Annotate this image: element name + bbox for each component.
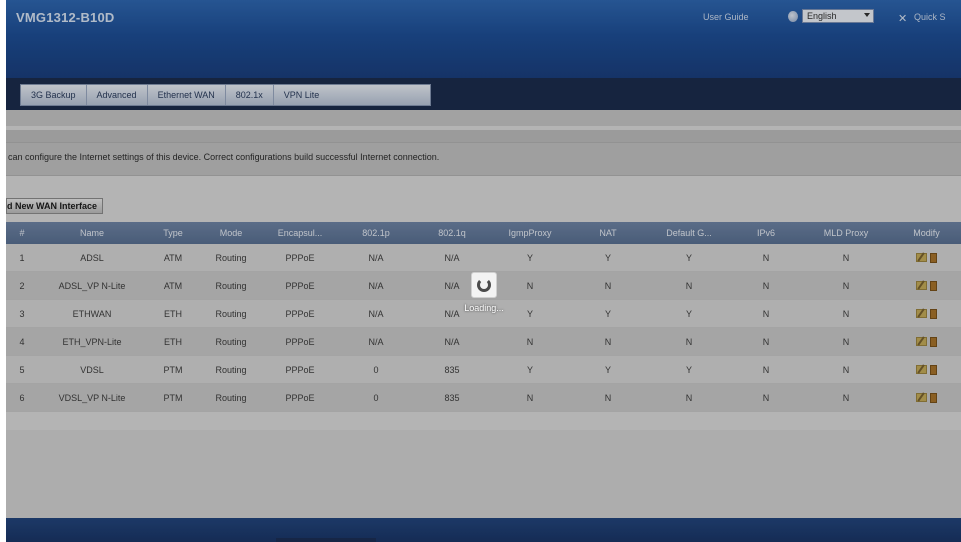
spinner-box	[471, 272, 497, 298]
spinner-icon	[477, 278, 491, 292]
loading-indicator: Loading...	[454, 272, 514, 313]
dimming-overlay	[6, 0, 961, 542]
router-config-page: VMG1312-B10D User Guide English ✕ Quick …	[6, 0, 961, 542]
loading-text: Loading...	[464, 303, 504, 313]
